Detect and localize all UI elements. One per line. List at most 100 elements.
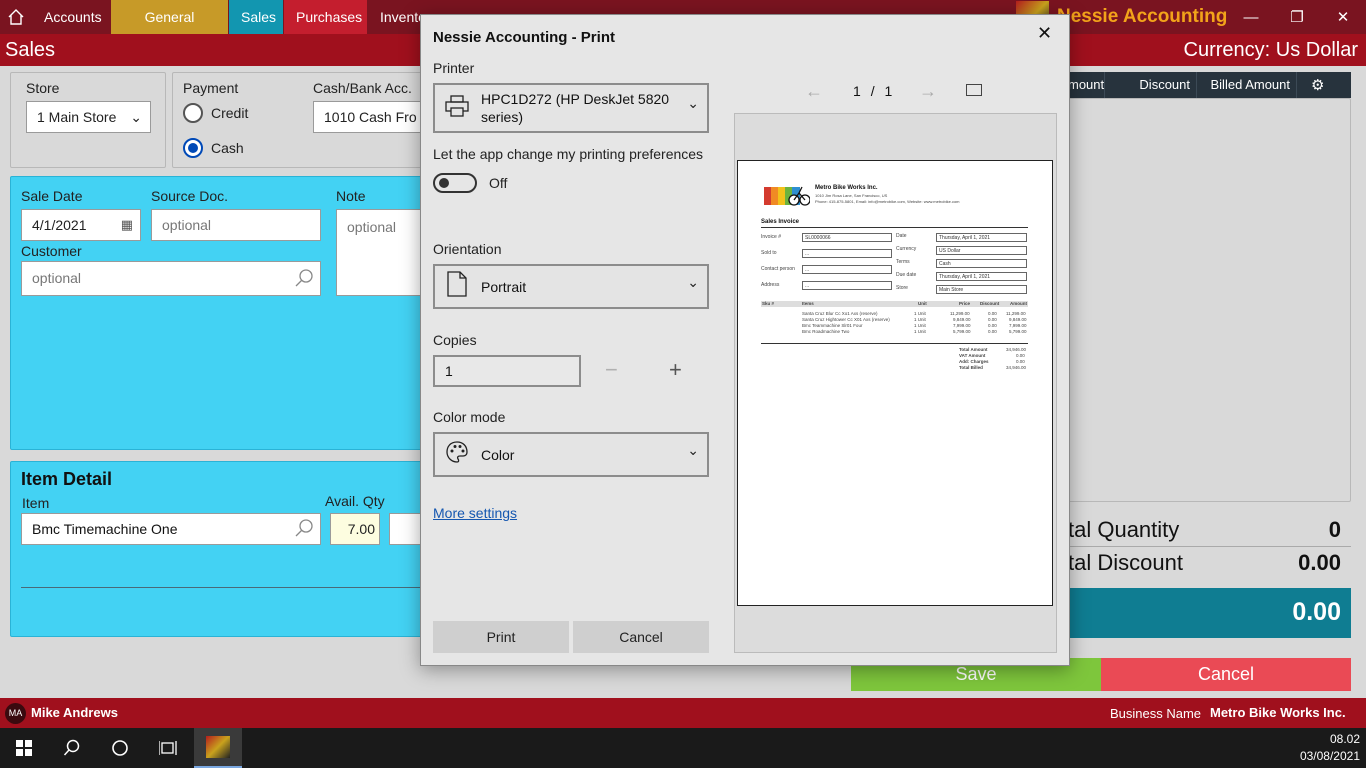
page-title: Sales <box>5 39 56 61</box>
invoice-field: Thursday, April 1, 2021 <box>936 272 1027 281</box>
gear-icon[interactable]: ⚙ <box>1311 76 1324 94</box>
invoice-row-discount: 0.00 <box>988 323 997 328</box>
restore-icon[interactable]: ❐ <box>1274 0 1320 34</box>
invoice-row-discount: 0.00 <box>988 329 997 334</box>
invoice-summary-value: 0.00 <box>1016 353 1025 358</box>
invoice-row-item: Santa Cruz Hightower Cc X01 Axs (reserve… <box>802 317 890 322</box>
close-window-icon[interactable]: ✕ <box>1320 0 1366 34</box>
sale-date-input[interactable]: 4/1/2021 ▦ <box>21 209 141 241</box>
column-discount[interactable]: Discount <box>1105 72 1197 98</box>
invoice-label: Address <box>761 282 780 288</box>
preferences-toggle[interactable] <box>433 173 477 193</box>
printer-select[interactable]: HPC1D272 (HP DeskJet 5820 series) ⌄ <box>433 83 709 133</box>
invoice-col-items: Items <box>802 301 814 306</box>
dialog-cancel-button[interactable]: Cancel <box>573 621 709 653</box>
invoice-field: ... <box>802 265 892 274</box>
next-page-icon[interactable]: → <box>919 81 937 102</box>
item-input[interactable]: Bmc Timemachine One <box>21 513 321 545</box>
nav-accounts[interactable]: Accounts <box>32 0 110 34</box>
page-current: 1 <box>853 83 861 99</box>
cash-radio[interactable] <box>183 138 203 158</box>
increment-icon[interactable]: + <box>669 357 682 383</box>
nav-purchases[interactable]: Purchases <box>284 0 367 34</box>
invoice-label: Date <box>896 233 907 239</box>
invoice-label: Sold to <box>761 250 777 256</box>
invoice-label: Currency <box>896 246 917 252</box>
close-icon[interactable]: ✕ <box>1037 23 1052 44</box>
page-separator: / <box>870 83 875 99</box>
invoice-row-amount: 11,299.00 <box>1006 311 1026 316</box>
page-total: 1 <box>884 83 893 99</box>
invoice-field: Cash <box>936 259 1027 268</box>
invoice-summary-value: 34,946.00 <box>1006 365 1027 370</box>
printer-value-line1: HPC1D272 (HP DeskJet 5820 <box>481 91 670 107</box>
source-doc-input[interactable]: optional <box>151 209 321 241</box>
company-logo <box>764 183 811 207</box>
dialog-title: Nessie Accounting - Print <box>433 29 615 46</box>
invoice-row-unit: 1 Unit <box>914 323 926 328</box>
invoice-row-item: Bmc Roadmachine Two <box>802 329 850 334</box>
customer-input[interactable]: optional <box>21 261 321 296</box>
home-icon[interactable] <box>0 0 32 34</box>
orientation-select[interactable]: Portrait ⌄ <box>433 264 709 309</box>
invoice-row-price: 5,799.00 <box>953 329 971 334</box>
grand-total-value: 0.00 <box>1292 598 1341 626</box>
invoice-summary-label: Total Amount <box>959 347 988 352</box>
windows-start-icon[interactable] <box>0 728 48 768</box>
invoice-row-unit: 1 Unit <box>914 311 926 316</box>
cancel-button[interactable]: Cancel <box>1101 658 1351 691</box>
nav-inventory[interactable]: Invento <box>368 0 428 34</box>
invoice-row-amount: 7,999.00 <box>1009 323 1027 328</box>
invoice-label: Terms <box>896 259 910 265</box>
search-icon[interactable] <box>294 267 314 295</box>
search-icon[interactable] <box>294 518 314 544</box>
invoice-row-price: 9,849.00 <box>953 317 971 322</box>
invoice-summary-value: 0.00 <box>1016 359 1025 364</box>
color-mode-value: Color <box>481 446 515 463</box>
calendar-icon: ▦ <box>120 217 133 232</box>
invoice-summary-value: 34,946.00 <box>1006 347 1027 352</box>
invoice-company: Metro Bike Works Inc. <box>815 185 878 191</box>
invoice-col-unit: Unit <box>918 301 927 306</box>
fit-page-icon[interactable] <box>966 84 982 96</box>
invoice-field: US Dollar <box>936 246 1027 255</box>
decrement-icon[interactable]: − <box>605 357 618 383</box>
color-mode-select[interactable]: Color ⌄ <box>433 432 709 477</box>
column-billed-amount[interactable]: Billed Amount <box>1197 72 1297 98</box>
invoice-row-unit: 1 Unit <box>914 317 926 322</box>
previous-page-icon[interactable]: ← <box>805 81 823 102</box>
copies-input[interactable]: 1 <box>433 355 581 387</box>
divider <box>21 587 426 588</box>
divider <box>761 227 1028 228</box>
invoice-row-price: 7,999.00 <box>953 323 971 328</box>
nav-general-journal[interactable]: General Journal <box>111 0 228 59</box>
divider <box>761 343 1028 344</box>
sale-date-value: 4/1/2021 <box>32 217 87 233</box>
search-icon[interactable] <box>48 728 96 768</box>
invoice-summary-label: VAT Amount <box>959 353 986 358</box>
minimize-icon[interactable]: — <box>1228 0 1274 34</box>
task-view-icon[interactable] <box>144 728 192 768</box>
invoice-summary-label: Total Billed <box>959 365 983 370</box>
user-name: Mike Andrews <box>31 705 118 720</box>
printer-value-line2: series) <box>481 109 524 125</box>
invoice-row-unit: 1 Unit <box>914 329 926 334</box>
chevron-down-icon: ⌄ <box>687 442 699 458</box>
store-label: Store <box>26 80 60 96</box>
nav-sales[interactable]: Sales <box>229 0 283 34</box>
credit-radio[interactable] <box>183 103 203 123</box>
invoice-row-item: Bmc Teammachine Slr01 Four <box>802 323 863 328</box>
cash-bank-select[interactable]: 1010 Cash Fro <box>313 101 423 133</box>
store-select[interactable]: 1 Main Store ⌄ <box>26 101 151 133</box>
cortana-icon[interactable] <box>96 728 144 768</box>
total-quantity-label: tal Quantity <box>1068 517 1180 542</box>
nessie-taskbar-app[interactable] <box>194 728 242 768</box>
clock[interactable]: 08.02 03/08/2021 <box>1300 731 1360 765</box>
toggle-knob <box>439 178 449 188</box>
print-button[interactable]: Print <box>433 621 569 653</box>
column-amount[interactable]: mount <box>1068 72 1105 98</box>
invoice-field: Main Store <box>936 285 1027 294</box>
note-input[interactable]: optional <box>336 209 426 296</box>
total-discount-label: tal Discount <box>1068 550 1183 575</box>
more-settings-link[interactable]: More settings <box>433 505 517 521</box>
